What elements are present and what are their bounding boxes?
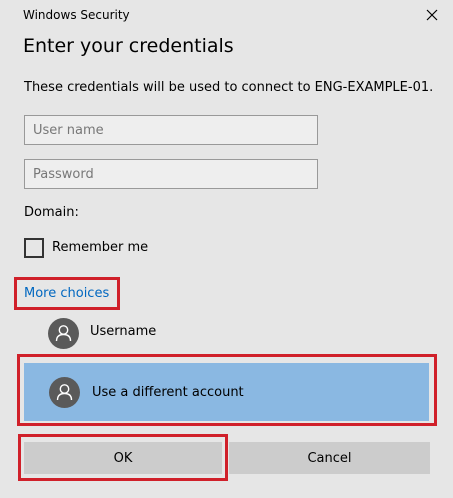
- remember-me-label: Remember me: [52, 240, 149, 255]
- account-item-label: Username: [90, 324, 157, 339]
- more-choices-link[interactable]: More choices: [24, 286, 109, 301]
- user-avatar-icon: [49, 377, 80, 408]
- domain-label: Domain:: [24, 205, 79, 220]
- account-item-username[interactable]: Username: [48, 318, 408, 352]
- ok-button[interactable]: OK: [24, 442, 222, 474]
- account-item-different-account[interactable]: Use a different account: [24, 363, 429, 421]
- account-item-label: Use a different account: [92, 385, 244, 400]
- user-avatar-icon: [48, 318, 79, 349]
- dialog-heading: Enter your credentials: [23, 35, 234, 57]
- close-icon: [426, 9, 438, 21]
- dialog-description: These credentials will be used to connec…: [24, 80, 434, 95]
- password-input[interactable]: [24, 159, 318, 189]
- cancel-button[interactable]: Cancel: [229, 442, 430, 474]
- remember-me-checkbox[interactable]: [24, 238, 44, 258]
- close-button[interactable]: [420, 3, 444, 27]
- username-input[interactable]: [24, 115, 318, 145]
- window-title: Windows Security: [23, 8, 130, 22]
